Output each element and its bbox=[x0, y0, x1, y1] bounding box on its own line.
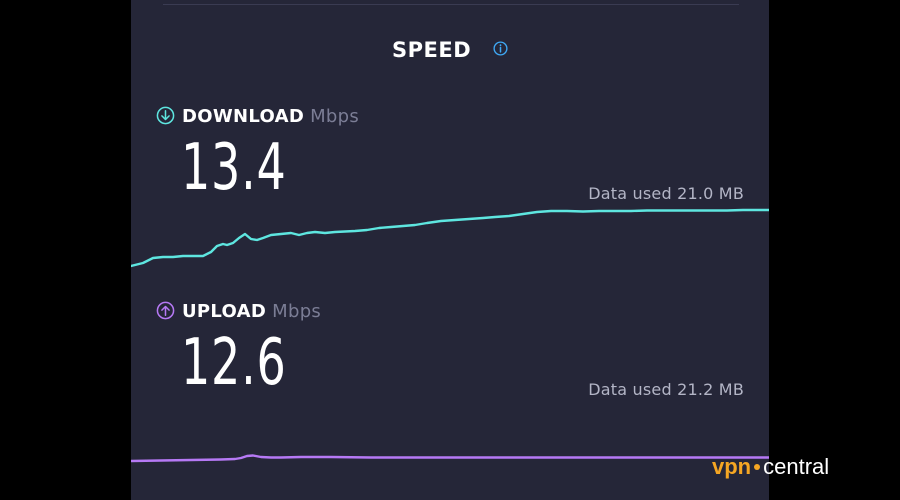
download-graph bbox=[131, 208, 769, 268]
download-label-row: DOWNLOAD Mbps bbox=[156, 105, 359, 129]
upload-label-row: UPLOAD Mbps bbox=[156, 300, 321, 324]
upload-unit: Mbps bbox=[272, 301, 322, 322]
upload-graph-line bbox=[131, 454, 769, 463]
upload-graph bbox=[131, 454, 769, 463]
upload-data-used: Data used 21.2 MB bbox=[588, 380, 744, 399]
watermark-dot bbox=[754, 464, 761, 471]
watermark-vpn: vpn bbox=[712, 454, 752, 479]
screen: SPEED DOWNLOAD Mbps 13.4 Data used 21.0 M… bbox=[0, 0, 900, 500]
download-graph-line bbox=[131, 208, 769, 268]
upload-value: 12.6 bbox=[181, 326, 287, 400]
download-arrow-icon bbox=[156, 106, 175, 125]
vpncentral-watermark: vpn central bbox=[712, 452, 829, 482]
speed-test-panel: SPEED DOWNLOAD Mbps 13.4 Data used 21.0 M… bbox=[131, 0, 769, 500]
speed-header: SPEED bbox=[131, 36, 769, 64]
download-unit: Mbps bbox=[310, 106, 360, 127]
upload-label: UPLOAD bbox=[182, 301, 267, 322]
speed-title: SPEED bbox=[392, 38, 472, 62]
download-value: 13.4 bbox=[181, 131, 287, 205]
upload-arrow-icon bbox=[156, 301, 175, 320]
info-icon[interactable] bbox=[493, 41, 508, 56]
top-divider bbox=[163, 4, 739, 5]
watermark-central: central bbox=[763, 454, 830, 479]
download-label: DOWNLOAD bbox=[182, 106, 305, 127]
